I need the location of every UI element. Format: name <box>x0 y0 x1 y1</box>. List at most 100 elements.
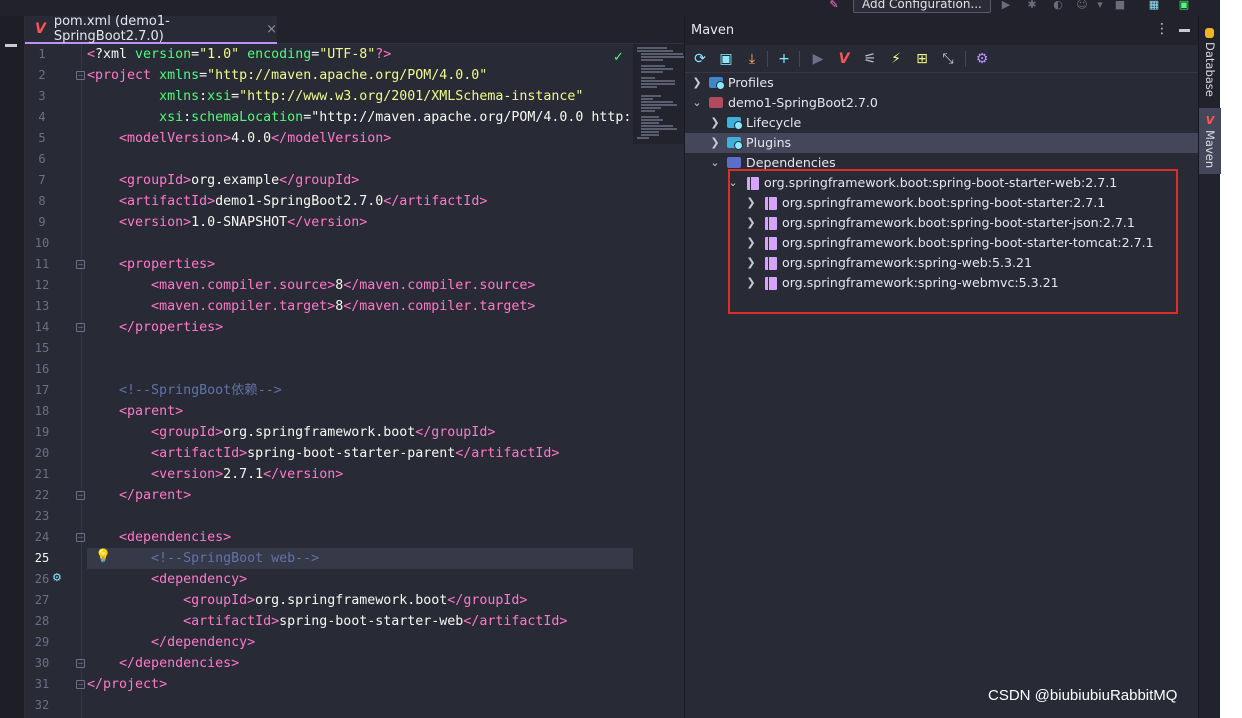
tree-item-plugins[interactable]: ❯ Plugins <box>685 133 1199 153</box>
minimap-line <box>641 131 659 133</box>
minimap-line <box>641 107 661 109</box>
code-line[interactable]: <dependency> <box>87 569 247 590</box>
line-number: 6 <box>38 152 46 166</box>
debug-icon[interactable]: ✱ <box>1026 0 1038 10</box>
code-line[interactable]: <parent> <box>87 401 183 422</box>
fold-toggle-icon[interactable]: − <box>76 659 85 668</box>
offline-mode-icon[interactable]: ⚟ <box>861 50 879 68</box>
show-diagram-icon[interactable]: ⊞ <box>913 50 931 68</box>
code-editor[interactable]: 1 2 3 4 5 6 7 8 9 10 11 12 13 14 15 16 17 18 19 20 21 22 23 24 2… <box>25 44 684 718</box>
code-line[interactable]: <modelVersion>4.0.0</modelVersion> <box>87 128 391 149</box>
code-line[interactable]: </properties> <box>87 317 223 338</box>
reload-icon[interactable]: ⟳ <box>691 50 709 68</box>
code-line[interactable]: <artifactId>demo1-SpringBoot2.7.0</artif… <box>87 191 487 212</box>
maven-options-icon[interactable]: ⋮ <box>1155 21 1169 37</box>
skip-tests-icon[interactable]: ⚡ <box>887 50 905 68</box>
tree-item-project[interactable]: ⌄ demo1-SpringBoot2.7.0 <box>685 93 1199 113</box>
line-number: 23 <box>34 509 50 523</box>
minimap-line <box>637 137 649 139</box>
tree-item-lifecycle[interactable]: ❯ Lifecycle <box>685 113 1199 133</box>
line-number: 29 <box>34 635 50 649</box>
generate-sources-icon[interactable]: ▣ <box>717 50 735 68</box>
minimap-line <box>637 47 667 49</box>
line-number: 28 <box>34 614 50 628</box>
right-tool-strip: Database V Maven <box>1198 16 1221 718</box>
maven-tool-tab[interactable]: V Maven <box>1199 108 1221 174</box>
settings-gear-icon[interactable]: ⚙ <box>973 50 991 68</box>
code-line[interactable]: xmlns:xsi="http://www.w3.org/2001/XMLSch… <box>87 86 583 107</box>
code-line[interactable]: <version>2.7.1</version> <box>87 464 343 485</box>
fold-toggle-icon[interactable]: − <box>76 680 85 689</box>
code-line[interactable]: <project xmlns="http://maven.apache.org/… <box>87 65 487 86</box>
code-line[interactable]: <groupId>org.springframework.boot</group… <box>87 590 527 611</box>
chevron-right-icon[interactable]: ❯ <box>709 133 721 153</box>
magic-wand-icon[interactable]: ✎ <box>828 0 840 10</box>
stop-icon[interactable]: ■ <box>1114 0 1126 10</box>
add-icon[interactable]: + <box>775 50 793 68</box>
minimap-line <box>641 122 659 124</box>
code-line[interactable]: </dependencies> <box>87 653 239 674</box>
code-line[interactable]: </dependency> <box>87 632 255 653</box>
inspection-ok-icon[interactable]: ✓ <box>613 50 624 65</box>
download-icon[interactable]: ⤓ <box>743 50 761 68</box>
fold-toggle-icon[interactable]: − <box>76 71 85 80</box>
code-line[interactable]: <groupId>org.springframework.boot</group… <box>87 422 495 443</box>
code-line[interactable]: <maven.compiler.target>8</maven.compiler… <box>87 296 535 317</box>
add-configuration-button[interactable]: Add Configuration... <box>853 0 991 13</box>
code-line[interactable]: <properties> <box>87 254 215 275</box>
code-line[interactable]: <?xml version="1.0" encoding="UTF-8"?> <box>87 44 391 65</box>
layout-icon[interactable]: ▦ <box>1148 0 1160 10</box>
dependencies-folder-icon <box>727 157 741 168</box>
chevron-right-icon[interactable]: ❯ <box>691 73 703 93</box>
chevron-right-icon[interactable]: ❯ <box>709 113 721 133</box>
dependency-gutter-icon[interactable]: ⚙ <box>52 571 62 584</box>
minimap-line <box>641 83 675 85</box>
line-number: 30 <box>34 656 50 670</box>
fold-toggle-icon[interactable]: − <box>76 260 85 269</box>
maven-file-icon: V <box>35 21 46 37</box>
fold-toggle-icon[interactable]: − <box>76 323 85 332</box>
chevron-down-icon[interactable]: ⌄ <box>709 153 721 173</box>
minimap-line <box>641 110 655 112</box>
code-line[interactable]: </project> <box>87 674 167 695</box>
code-line[interactable]: <artifactId>spring-boot-starter-web</art… <box>87 611 567 632</box>
minimap-line <box>641 86 657 88</box>
minimap-line <box>641 101 673 103</box>
execute-goal-icon[interactable]: V <box>835 50 853 68</box>
run-icon[interactable]: ▶ <box>1000 0 1012 10</box>
more-run-icon[interactable]: ▾ <box>1094 0 1106 10</box>
code-line[interactable]: <groupId>org.example</groupId> <box>87 170 359 191</box>
collapse-all-icon[interactable]: ⤡ <box>939 50 957 68</box>
coverage-icon[interactable]: ◐ <box>1052 0 1064 10</box>
code-line[interactable]: </parent> <box>87 485 191 506</box>
profiler-icon[interactable]: ☺ <box>1076 0 1088 10</box>
close-tab-icon[interactable]: × <box>266 22 277 37</box>
terminal-icon[interactable]: ▣ <box>1178 0 1190 10</box>
line-number: 21 <box>34 467 50 481</box>
database-icon <box>1205 28 1214 38</box>
vtab-label: Database <box>1203 42 1217 97</box>
code-line[interactable]: <maven.compiler.source>8</maven.compiler… <box>87 275 535 296</box>
tab-pom-xml[interactable]: V pom.xml (demo1-SpringBoot2.7.0) × <box>25 14 277 44</box>
code-line[interactable]: <version>1.0-SNAPSHOT</version> <box>87 212 367 233</box>
code-line[interactable]: <!--SpringBoot依赖--> <box>87 380 282 401</box>
fold-toggle-icon[interactable]: − <box>76 491 85 500</box>
minimap-line <box>641 95 661 97</box>
code-line[interactable]: <dependencies> <box>87 527 231 548</box>
minimap-line <box>641 80 675 82</box>
minimap-line <box>641 98 653 100</box>
hide-panel-icon[interactable] <box>1179 29 1190 32</box>
code-line[interactable]: <!--SpringBoot web--> <box>87 548 319 569</box>
tree-item-profiles[interactable]: ❯ Profiles <box>685 73 1199 93</box>
fold-toggle-icon[interactable]: − <box>76 533 85 542</box>
chevron-down-icon[interactable]: ⌄ <box>691 93 703 113</box>
code-minimap[interactable] <box>633 44 684 144</box>
run-maven-build-icon[interactable]: ▶ <box>809 50 827 68</box>
collapse-icon[interactable] <box>5 44 17 47</box>
left-tool-strip <box>0 16 25 718</box>
code-line[interactable]: <artifactId>spring-boot-starter-parent</… <box>87 443 559 464</box>
line-number: 3 <box>38 89 46 103</box>
minimap-line <box>641 119 663 121</box>
code-line[interactable]: xsi:schemaLocation="http://maven.apache.… <box>87 107 631 128</box>
code-content[interactable]: <?xml version="1.0" encoding="UTF-8"?> <p… <box>87 44 633 718</box>
